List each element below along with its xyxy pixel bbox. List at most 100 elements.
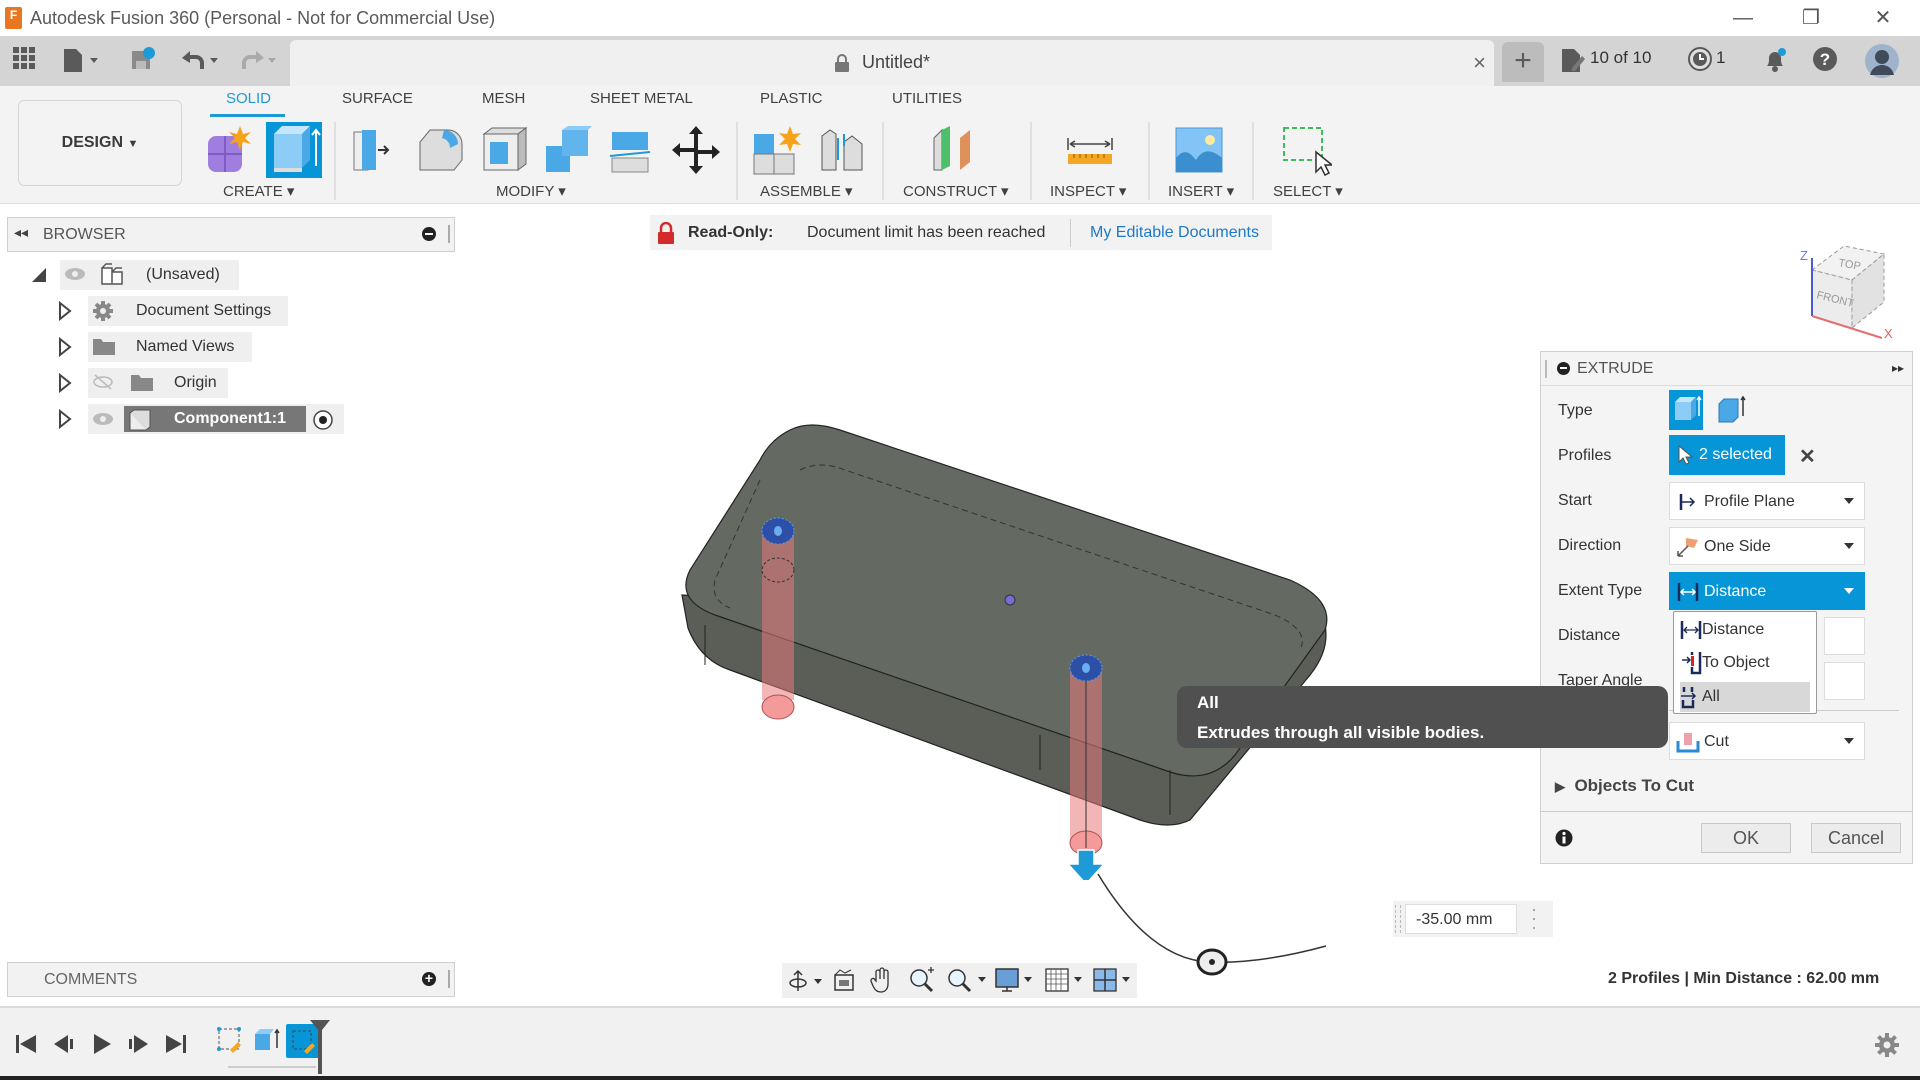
start-dropdown[interactable]: Profile Plane (1669, 482, 1865, 520)
select-window-icon[interactable] (1280, 124, 1332, 176)
option-distance[interactable]: Distance (1680, 615, 1810, 645)
assemble-menu[interactable]: ASSEMBLE ▾ (760, 182, 853, 200)
close-window-button[interactable]: ✕ (1860, 4, 1906, 32)
thin-extrude-icon[interactable] (1713, 392, 1747, 428)
offset-plane-icon[interactable] (930, 124, 982, 176)
construct-menu[interactable]: CONSTRUCT ▾ (903, 182, 1009, 200)
offset-face-icon[interactable] (606, 124, 658, 176)
timeline-extrude-feature-icon[interactable] (252, 1026, 280, 1054)
combine-icon[interactable] (542, 124, 594, 176)
tab-solid[interactable]: SOLID (226, 90, 271, 107)
orbit-icon[interactable] (786, 969, 826, 993)
fit-window-icon[interactable] (946, 967, 990, 993)
go-to-end-icon[interactable] (164, 1032, 188, 1056)
document-tab[interactable]: Untitled* × (290, 40, 1494, 86)
modify-menu[interactable]: MODIFY ▾ (496, 182, 566, 200)
more-options-icon[interactable]: · · · (1531, 900, 1537, 936)
move-copy-icon[interactable] (670, 124, 722, 176)
redo-icon[interactable] (236, 46, 280, 76)
dialog-drag-handle[interactable] (1545, 360, 1547, 378)
collapsed-triangle-icon[interactable] (58, 373, 72, 393)
3d-viewport-model[interactable] (670, 410, 1350, 880)
my-editable-documents-link[interactable]: My Editable Documents (1090, 224, 1259, 242)
fillet-icon[interactable] (414, 124, 466, 176)
extent-type-dropdown[interactable]: Distance (1669, 572, 1865, 610)
step-back-icon[interactable] (52, 1032, 76, 1056)
create-menu[interactable]: CREATE ▾ (223, 182, 294, 200)
dialog-minimize-icon[interactable] (1557, 362, 1570, 375)
restore-button[interactable]: ❐ (1788, 4, 1834, 32)
tab-utilities[interactable]: UTILITIES (892, 90, 962, 107)
clear-selection-icon[interactable]: ✕ (1799, 444, 1816, 469)
joint-icon[interactable] (816, 124, 868, 176)
tab-mesh[interactable]: MESH (482, 90, 525, 107)
file-menu-icon[interactable] (62, 46, 102, 76)
new-component-icon[interactable] (752, 124, 804, 176)
cancel-button[interactable]: Cancel (1811, 823, 1901, 853)
drag-handle[interactable] (1395, 905, 1401, 933)
look-at-icon[interactable] (832, 968, 856, 992)
documents-count-icon[interactable] (1560, 46, 1586, 76)
activate-radio-icon[interactable] (312, 409, 334, 431)
close-tab-button[interactable]: × (1473, 50, 1486, 76)
workspace-switcher[interactable]: DESIGN ▼ (18, 100, 182, 186)
timeline-settings-gear-icon[interactable] (1874, 1032, 1900, 1058)
undo-icon[interactable] (178, 46, 222, 76)
operation-dropdown[interactable]: Cut (1669, 722, 1865, 760)
job-status-clock-icon[interactable] (1687, 46, 1713, 76)
notifications-bell-icon[interactable] (1762, 46, 1788, 76)
taper-angle-field[interactable] (1824, 662, 1865, 700)
viewports-icon[interactable] (1092, 967, 1136, 993)
insert-menu[interactable]: INSERT ▾ (1168, 182, 1234, 200)
tab-plastic[interactable]: PLASTIC (760, 90, 823, 107)
select-menu[interactable]: SELECT ▾ (1273, 182, 1343, 200)
pan-hand-icon[interactable] (870, 967, 894, 993)
browser-minimize-icon[interactable] (422, 227, 436, 241)
minimize-button[interactable]: — (1720, 4, 1766, 32)
type-solid-button[interactable] (1669, 390, 1703, 430)
shell-icon[interactable] (478, 124, 530, 176)
distance-field[interactable] (1824, 617, 1865, 655)
distance-value-input[interactable]: -35.00 mm (1405, 904, 1517, 934)
measure-icon[interactable] (1064, 124, 1116, 176)
expand-dialog-icon[interactable]: ▸▸ (1892, 361, 1904, 375)
collapsed-triangle-icon[interactable] (58, 301, 72, 321)
ok-button[interactable]: OK (1701, 823, 1791, 853)
panel-resize-handle[interactable] (448, 225, 450, 243)
option-to-object[interactable]: To Object (1680, 648, 1810, 678)
new-tab-button[interactable]: + (1502, 42, 1544, 82)
expanded-triangle-icon[interactable] (30, 266, 48, 284)
add-comment-icon[interactable]: + (422, 971, 436, 986)
collapse-browser-icon[interactable]: ◂◂ (14, 224, 28, 241)
panel-resize-handle[interactable] (448, 970, 450, 988)
grid-snaps-icon[interactable] (1044, 967, 1088, 993)
go-to-start-icon[interactable] (14, 1032, 38, 1056)
create-form-icon[interactable] (204, 124, 256, 176)
step-forward-icon[interactable] (126, 1032, 150, 1056)
eye-hidden-icon[interactable] (92, 374, 114, 390)
help-icon[interactable]: ? (1812, 46, 1838, 76)
inspect-menu[interactable]: INSPECT ▾ (1050, 182, 1126, 200)
collapsed-triangle-icon[interactable] (58, 337, 72, 357)
option-all-highlighted[interactable]: All (1680, 682, 1810, 712)
save-icon[interactable] (130, 46, 156, 76)
tab-sheet-metal[interactable]: SHEET METAL (590, 90, 693, 107)
objects-to-cut-section[interactable]: ▶ Objects To Cut (1555, 776, 1694, 796)
eye-icon[interactable] (92, 411, 114, 427)
eye-icon[interactable] (64, 266, 86, 282)
extrude-tool-active[interactable] (266, 122, 322, 178)
profiles-selection-button[interactable]: 2 selected (1669, 435, 1785, 475)
info-icon[interactable] (1555, 829, 1573, 847)
timeline-sketch-feature-icon[interactable] (216, 1026, 244, 1054)
insert-image-icon[interactable] (1174, 124, 1226, 176)
viewcube[interactable]: TOP FRONT Z X (1790, 232, 1910, 342)
direction-dropdown[interactable]: One Side (1669, 527, 1865, 565)
zoom-icon[interactable] (908, 967, 936, 993)
collapsed-triangle-icon[interactable] (58, 409, 72, 429)
display-settings-icon[interactable] (994, 967, 1038, 993)
play-icon[interactable] (90, 1032, 114, 1056)
tab-surface[interactable]: SURFACE (342, 90, 413, 107)
press-pull-icon[interactable] (348, 124, 400, 176)
data-panel-grid-icon[interactable] (10, 46, 38, 76)
user-avatar-icon[interactable] (1864, 44, 1900, 78)
